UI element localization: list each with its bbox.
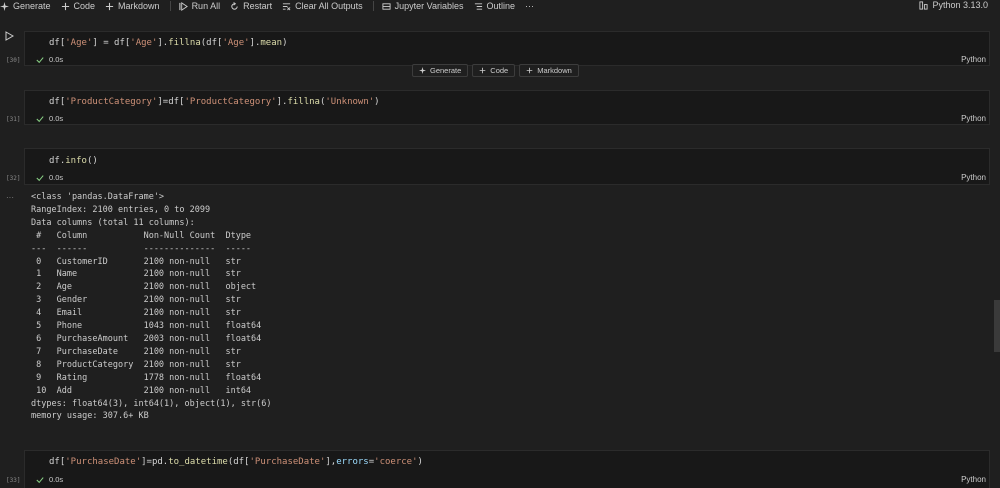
output-line: Data columns (total 11 columns): xyxy=(31,217,195,228)
insert-generate-label: Generate xyxy=(430,66,462,75)
jupyter-variables-button[interactable]: Jupyter Variables xyxy=(382,1,464,11)
cell-32-source[interactable]: df.info() xyxy=(49,156,98,166)
cell-language[interactable]: Python xyxy=(961,475,986,484)
cell-language[interactable]: Python xyxy=(961,55,986,64)
plus-icon xyxy=(105,2,114,10)
cell-status: 0.0s xyxy=(36,475,63,484)
variables-icon xyxy=(382,2,391,10)
output-line: 5 Phone 1043 non-null float64 xyxy=(31,321,262,332)
check-icon xyxy=(36,56,44,63)
code-cell-33[interactable]: df['PurchaseDate']=pd.to_datetime(df['Pu… xyxy=(24,450,990,488)
check-icon xyxy=(36,476,44,483)
more-actions-button[interactable]: ··· xyxy=(525,1,534,11)
toolbar-divider xyxy=(372,1,374,11)
output-line: --- ------ -------------- ----- xyxy=(31,243,262,254)
kernel-icon xyxy=(919,0,929,10)
add-code-button[interactable]: Code xyxy=(61,1,96,11)
cell-language[interactable]: Python xyxy=(961,114,986,123)
execution-count: [32] xyxy=(6,175,21,182)
execution-count: [30] xyxy=(6,57,21,64)
cell-status: 0.0s xyxy=(36,55,63,64)
outline-icon xyxy=(474,2,482,10)
output-line: dtypes: float64(3), int64(1), object(1),… xyxy=(31,398,272,409)
cell-duration: 0.0s xyxy=(49,114,64,123)
markdown-label: Markdown xyxy=(118,1,160,11)
plus-icon xyxy=(526,67,533,74)
output-line: 1 Name 2100 non-null str xyxy=(31,269,262,280)
output-line: 2 Age 2100 non-null object xyxy=(31,282,262,293)
jupyter-variables-label: Jupyter Variables xyxy=(394,1,464,11)
output-line: 6 PurchaseAmount 2003 non-null float64 xyxy=(31,333,262,344)
outline-button[interactable]: Outline xyxy=(474,1,516,11)
cell-status: 0.0s xyxy=(36,173,63,182)
kernel-picker[interactable]: Python 3.13.0 xyxy=(919,0,988,10)
insert-markdown-label: Markdown xyxy=(537,66,572,75)
plus-icon xyxy=(61,2,69,10)
execution-count: [31] xyxy=(6,116,21,123)
insert-code-label: Code xyxy=(490,66,509,75)
cell-31-source[interactable]: df['ProductCategory']=df['ProductCategor… xyxy=(49,97,380,107)
cell-30-source[interactable]: df['Age'] = df['Age'].fillna(df['Age'].m… xyxy=(49,38,287,48)
add-markdown-button[interactable]: Markdown xyxy=(105,1,160,11)
output-line: 0 CustomerID 2100 non-null str xyxy=(31,256,262,267)
run-icon[interactable] xyxy=(4,31,14,41)
check-icon xyxy=(36,115,44,122)
output-line: 8 ProductCategory 2100 non-null str xyxy=(31,359,262,370)
output-line: 10 Add 2100 non-null int64 xyxy=(31,385,262,396)
restart-icon xyxy=(231,1,238,10)
insert-markdown-button[interactable]: Markdown xyxy=(519,64,579,77)
output-line: memory usage: 307.6+ KB xyxy=(31,411,149,422)
code-cell-32[interactable]: df.info() xyxy=(24,148,990,185)
sparkle-icon xyxy=(0,1,9,11)
play-all-icon xyxy=(178,1,188,11)
cell-32-output: <class 'pandas.DataFrame'> RangeIndex: 21… xyxy=(31,191,272,423)
output-line: 7 PurchaseDate 2100 non-null str xyxy=(31,346,262,357)
cell-language[interactable]: Python xyxy=(961,173,986,182)
code-cell-30[interactable]: df['Age'] = df['Age'].fillna(df['Age'].m… xyxy=(24,31,990,66)
kernel-label: Python 3.13.0 xyxy=(932,0,988,10)
notebook-toolbar: Generate Code Markdown Run All Restart C… xyxy=(0,0,1000,12)
clear-all-outputs-label: Clear All Outputs xyxy=(295,1,363,11)
generate-button[interactable]: Generate xyxy=(0,1,51,11)
clear-all-icon xyxy=(283,2,291,10)
insert-code-button[interactable]: Code xyxy=(472,64,516,77)
output-line: RangeIndex: 2100 entries, 0 to 2099 xyxy=(31,204,211,215)
run-all-button[interactable]: Run All xyxy=(178,1,221,11)
cell-duration: 0.0s xyxy=(49,173,64,182)
insert-cell-bar: Generate Code Markdown xyxy=(412,64,579,77)
toolbar-divider xyxy=(169,1,171,11)
output-line: 3 Gender 2100 non-null str xyxy=(31,295,262,306)
cell-status: 0.0s xyxy=(36,114,63,123)
cell-duration: 0.0s xyxy=(49,55,64,64)
clear-all-outputs-button[interactable]: Clear All Outputs xyxy=(282,1,363,11)
output-line: 4 Email 2100 non-null str xyxy=(31,308,262,319)
restart-button[interactable]: Restart xyxy=(230,1,272,11)
output-line: # Column Non-Null Count Dtype xyxy=(31,230,262,241)
output-actions-icon[interactable]: ··· xyxy=(6,193,14,202)
restart-label: Restart xyxy=(243,1,273,11)
code-cell-31[interactable]: df['ProductCategory']=df['ProductCategor… xyxy=(24,90,990,125)
cell-duration: 0.0s xyxy=(49,475,64,484)
code-label: Code xyxy=(73,1,96,11)
more-label: ··· xyxy=(525,1,535,11)
sparkle-icon xyxy=(419,67,426,74)
plus-icon xyxy=(479,67,486,74)
generate-label: Generate xyxy=(13,1,51,11)
check-icon xyxy=(36,174,44,181)
output-line: <class 'pandas.DataFrame'> xyxy=(31,192,165,202)
run-all-label: Run All xyxy=(191,1,221,11)
cell-33-source[interactable]: df['PurchaseDate']=pd.to_datetime(df['Pu… xyxy=(49,457,423,467)
execution-count: [33] xyxy=(6,477,21,484)
output-line: 9 Rating 1778 non-null float64 xyxy=(31,372,262,383)
vertical-scrollbar[interactable] xyxy=(994,300,1000,352)
insert-generate-button[interactable]: Generate xyxy=(412,64,469,77)
outline-label: Outline xyxy=(486,1,516,11)
